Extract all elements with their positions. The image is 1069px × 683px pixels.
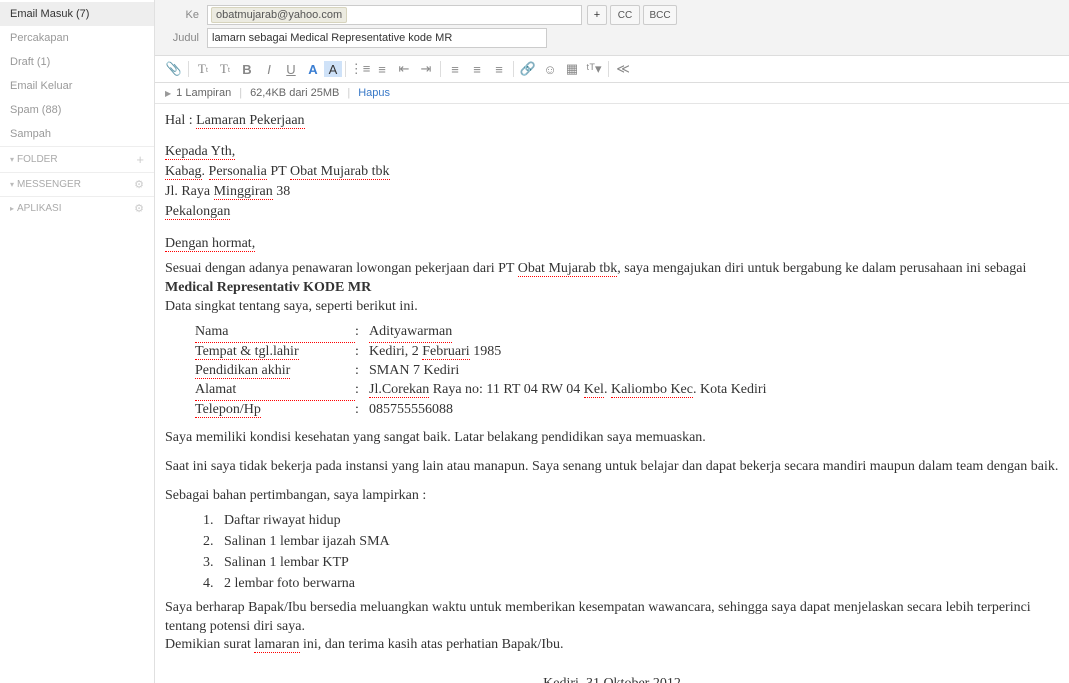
number-list-icon[interactable]: ≡ <box>371 59 393 79</box>
attachment-count: 1 Lampiran <box>176 87 231 99</box>
font-larger-icon[interactable]: Tt <box>192 59 214 79</box>
sidebar: Email Masuk (7) Percakapan Draft (1) Ema… <box>0 0 155 683</box>
align-right-icon[interactable]: ≡ <box>488 59 510 79</box>
sidebar-item-spam[interactable]: Spam (88) <box>0 98 154 122</box>
chevron-down-icon: ▾ <box>10 155 14 164</box>
underline-icon[interactable]: U <box>280 59 302 79</box>
chevron-right-icon[interactable]: ▶ <box>165 89 171 98</box>
highlight-icon[interactable]: A <box>324 61 342 77</box>
italic-icon[interactable]: I <box>258 59 280 79</box>
recipient-chip[interactable]: obatmujarab@yahoo.com <box>211 7 347 23</box>
text-color-icon[interactable]: A <box>302 59 324 79</box>
gear-icon[interactable]: ⚙ <box>134 202 144 215</box>
formatting-toolbar: 📎 Tt Tt B I U A A ⋮≡ ≡ ⇤ ⇥ ≡ ≡ ≡ 🔗 ☺ ▦ ᵗ… <box>155 56 1069 83</box>
bcc-button[interactable]: BCC <box>643 5 677 25</box>
cc-button[interactable]: CC <box>610 5 640 25</box>
main-area: Ke obatmujarab@yahoo.com + CC BCC Judul … <box>155 0 1069 683</box>
to-input[interactable]: obatmujarab@yahoo.com <box>207 5 582 25</box>
attachment-bar: ▶ 1 Lampiran | 62,4KB dari 25MB | Hapus <box>155 83 1069 104</box>
sidebar-messenger-toggle[interactable]: ▾MESSENGER⚙ <box>0 172 154 196</box>
attach-icon[interactable]: 📎 <box>163 59 185 79</box>
font-smaller-icon[interactable]: Tt <box>214 59 236 79</box>
more-icon[interactable]: ᵗᵀ▾ <box>583 59 605 79</box>
gear-icon[interactable]: ⚙ <box>134 178 144 191</box>
email-body-editor[interactable]: Hal : Lamaran Pekerjaan Kepada Yth, Kaba… <box>155 104 1069 683</box>
emoji-icon[interactable]: ☺ <box>539 59 561 79</box>
sidebar-folder-toggle[interactable]: ▾FOLDER+ <box>0 146 154 172</box>
bold-icon[interactable]: B <box>236 59 258 79</box>
bullet-list-icon[interactable]: ⋮≡ <box>349 59 371 79</box>
chevron-down-icon: ▾ <box>10 180 14 189</box>
align-center-icon[interactable]: ≡ <box>466 59 488 79</box>
sidebar-item-trash[interactable]: Sampah <box>0 122 154 146</box>
subject-label: Judul <box>163 32 207 44</box>
collapse-icon[interactable]: ≪ <box>612 59 634 79</box>
compose-header: Ke obatmujarab@yahoo.com + CC BCC Judul <box>155 0 1069 56</box>
align-left-icon[interactable]: ≡ <box>444 59 466 79</box>
plus-icon[interactable]: + <box>136 152 144 167</box>
chevron-right-icon: ▸ <box>10 204 14 213</box>
insert-icon[interactable]: ▦ <box>561 59 583 79</box>
outdent-icon[interactable]: ⇤ <box>393 59 415 79</box>
signature-location: Kediri, 31 Oktober 2012 <box>165 675 1059 683</box>
sidebar-item-sent[interactable]: Email Keluar <box>0 74 154 98</box>
attachment-size: 62,4KB dari 25MB <box>250 87 339 99</box>
indent-icon[interactable]: ⇥ <box>415 59 437 79</box>
add-recipient-button[interactable]: + <box>587 5 607 25</box>
attachment-delete-link[interactable]: Hapus <box>358 87 390 99</box>
sidebar-item-inbox[interactable]: Email Masuk (7) <box>0 2 154 26</box>
sidebar-apps-toggle[interactable]: ▸APLIKASI⚙ <box>0 196 154 220</box>
to-label: Ke <box>163 9 207 21</box>
link-icon[interactable]: 🔗 <box>517 59 539 79</box>
subject-input[interactable] <box>207 28 547 48</box>
sidebar-item-conversations[interactable]: Percakapan <box>0 26 154 50</box>
sidebar-item-draft[interactable]: Draft (1) <box>0 50 154 74</box>
